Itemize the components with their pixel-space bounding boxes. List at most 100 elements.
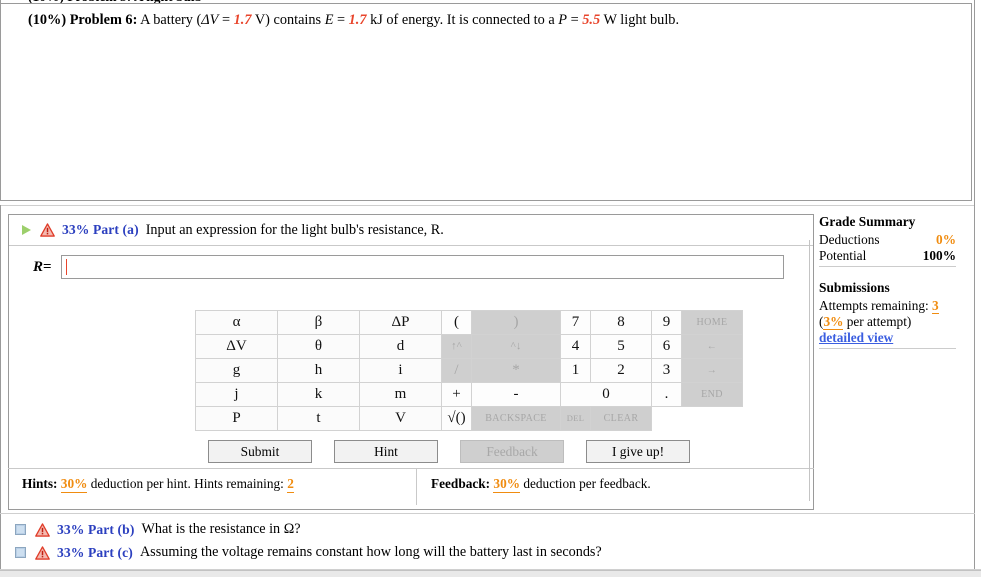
keypad-key-t[interactable]: t [277, 406, 360, 431]
keypad-row: α β ΔP() 7 8 9 HOME [195, 310, 743, 335]
keypad-key-v[interactable]: V [359, 406, 442, 431]
keypad-key-[interactable]: + [441, 382, 472, 407]
attempts-line: Attempts remaining: 3 [819, 298, 981, 314]
potential-row: Potential 100% [819, 248, 956, 264]
page-bottom-bar [0, 570, 981, 577]
keypad-key-2[interactable]: 2 [590, 358, 652, 383]
keypad-row: ΔV θ d ↑^ ^↓ 4 5 6 ← [195, 334, 743, 359]
feedback-label: Feedback: [431, 476, 491, 491]
keypad-key-k[interactable]: k [277, 382, 360, 407]
keypad-key-end: END [681, 382, 743, 407]
collapse-square-icon[interactable] [15, 547, 26, 558]
answer-input[interactable] [60, 255, 784, 279]
attempts-value: 3 [932, 298, 939, 314]
collapsed-parts-list: 33% Part (b) What is the resistance in Ω… [8, 518, 975, 565]
problem-seg3: kJ of energy. It is connected to a [366, 12, 559, 28]
hints-remaining: 2 [287, 476, 294, 493]
math-keypad[interactable]: α β ΔP() 7 8 9 HOME ΔV θ d ↑^ ^↓ 4 5 6 ← g h i / * 1 2 3 → j k m + -0… [195, 310, 743, 431]
keypad-key-4[interactable]: 4 [560, 334, 591, 359]
answer-variable: R [33, 258, 44, 275]
expand-triangle-icon[interactable] [22, 225, 31, 235]
per-attempt-percent: 3% [823, 314, 844, 330]
keypad-key-p[interactable]: ΔP [359, 310, 442, 335]
warning-triangle-icon [35, 522, 50, 537]
keypad-key-: ↑^ [441, 334, 472, 359]
part-row-c[interactable]: 33% Part (c) Assuming the voltage remain… [8, 541, 975, 564]
hints-info: Hints: 30% deduction per hint. Hints rem… [8, 469, 417, 505]
problem-dv-symbol: ΔV [201, 12, 219, 28]
keypad-key-home: HOME [681, 310, 743, 335]
keypad-key-clear: CLEAR [590, 406, 652, 431]
part-row-b[interactable]: 33% Part (b) What is the resistance in Ω… [8, 518, 975, 541]
keypad-key-3[interactable]: 3 [651, 358, 682, 383]
keypad-key-d[interactable]: d [359, 334, 442, 359]
potential-value: 100% [922, 248, 956, 263]
sidebar-rule-2 [819, 348, 956, 349]
detailed-view-link[interactable]: detailed view [819, 330, 893, 345]
part-a-header[interactable]: 33% Part (a) Input an expression for the… [9, 215, 813, 246]
problem-p-value: 5.5 [582, 12, 601, 28]
part-c-prompt: Assuming the voltage remains constant ho… [139, 544, 602, 560]
keypad-key-[interactable]: . [651, 382, 682, 407]
keypad-key-[interactable]: β [277, 310, 360, 335]
problem-seg2: V) contains [251, 12, 325, 28]
feedback-button: Feedback [460, 440, 564, 463]
problem-seg4: W light bulb. [600, 12, 680, 28]
keypad-key-8[interactable]: 8 [590, 310, 652, 335]
answer-equals: = [43, 258, 52, 275]
keypad-key-: ← [681, 334, 743, 359]
grade-sidebar: Grade Summary Deductions 0% Potential 10… [809, 214, 981, 501]
keypad-key-p[interactable]: P [195, 406, 278, 431]
feedback-percent: 30% [493, 476, 521, 493]
hints-percent: 30% [60, 476, 88, 493]
keypad-key-j[interactable]: j [195, 382, 278, 407]
keypad-key-[interactable]: α [195, 310, 278, 335]
keypad-key-[interactable]: √() [441, 406, 472, 431]
feedback-info: Feedback: 30% deduction per feedback. [417, 469, 813, 505]
keypad-key-h[interactable]: h [277, 358, 360, 383]
grade-summary-title: Grade Summary [819, 214, 916, 229]
keypad-key-: * [471, 358, 561, 383]
keypad-key-1[interactable]: 1 [560, 358, 591, 383]
potential-label: Potential [819, 248, 867, 263]
give-up-button[interactable]: I give up! [586, 440, 690, 463]
problem-label: Problem 6: [69, 12, 138, 28]
hints-text: deduction per hint. Hints remaining: [90, 476, 284, 491]
problem-eq1: = [218, 12, 234, 28]
keypad-key-v[interactable]: ΔV [195, 334, 278, 359]
keypad-key-[interactable]: ( [441, 310, 472, 335]
keypad-key-: ^↓ [471, 334, 561, 359]
keypad-row: Pt V √() BACKSPACE DEL CLEAR [195, 406, 743, 431]
part-a-prompt: Input an expression for the light bulb's… [145, 221, 444, 238]
keypad-key-5[interactable]: 5 [590, 334, 652, 359]
keypad-key-7[interactable]: 7 [560, 310, 591, 335]
keypad-key-9[interactable]: 9 [651, 310, 682, 335]
feedback-text: deduction per feedback. [523, 476, 651, 491]
attempts-label: Attempts remaining: [819, 298, 929, 313]
keypad-key-: / [441, 358, 472, 383]
warning-triangle-icon [35, 545, 50, 560]
keypad-key-6[interactable]: 6 [651, 334, 682, 359]
section-divider-top [0, 205, 975, 206]
problem-eq2: = [333, 12, 349, 28]
hint-button[interactable]: Hint [334, 440, 438, 463]
hints-label: Hints: [22, 476, 58, 491]
keypad-key-i[interactable]: i [359, 358, 442, 383]
keypad-key-g[interactable]: g [195, 358, 278, 383]
keypad-key-[interactable]: - [471, 382, 561, 407]
answer-variable-label: R= [33, 259, 52, 276]
keypad-key-0[interactable]: 0 [560, 382, 652, 407]
collapse-square-icon[interactable] [15, 524, 26, 535]
section-divider-bottom [0, 513, 975, 514]
submit-button[interactable]: Submit [208, 440, 312, 463]
deductions-value: 0% [936, 232, 956, 247]
part-b-percent-label: 33% Part (b) [57, 521, 135, 537]
problem-statement-box: (10%) Problem 6: A battery (ΔV = 1.7 V) … [0, 3, 972, 201]
submissions-title: Submissions [819, 280, 890, 295]
keypad-key-del: DEL [560, 406, 591, 431]
warning-triangle-icon [40, 223, 55, 237]
keypad-key-[interactable]: θ [277, 334, 360, 359]
problem-eq3: = [567, 12, 583, 28]
keypad-key-m[interactable]: m [359, 382, 442, 407]
keypad-row: g h i / * 1 2 3 → [195, 358, 743, 383]
